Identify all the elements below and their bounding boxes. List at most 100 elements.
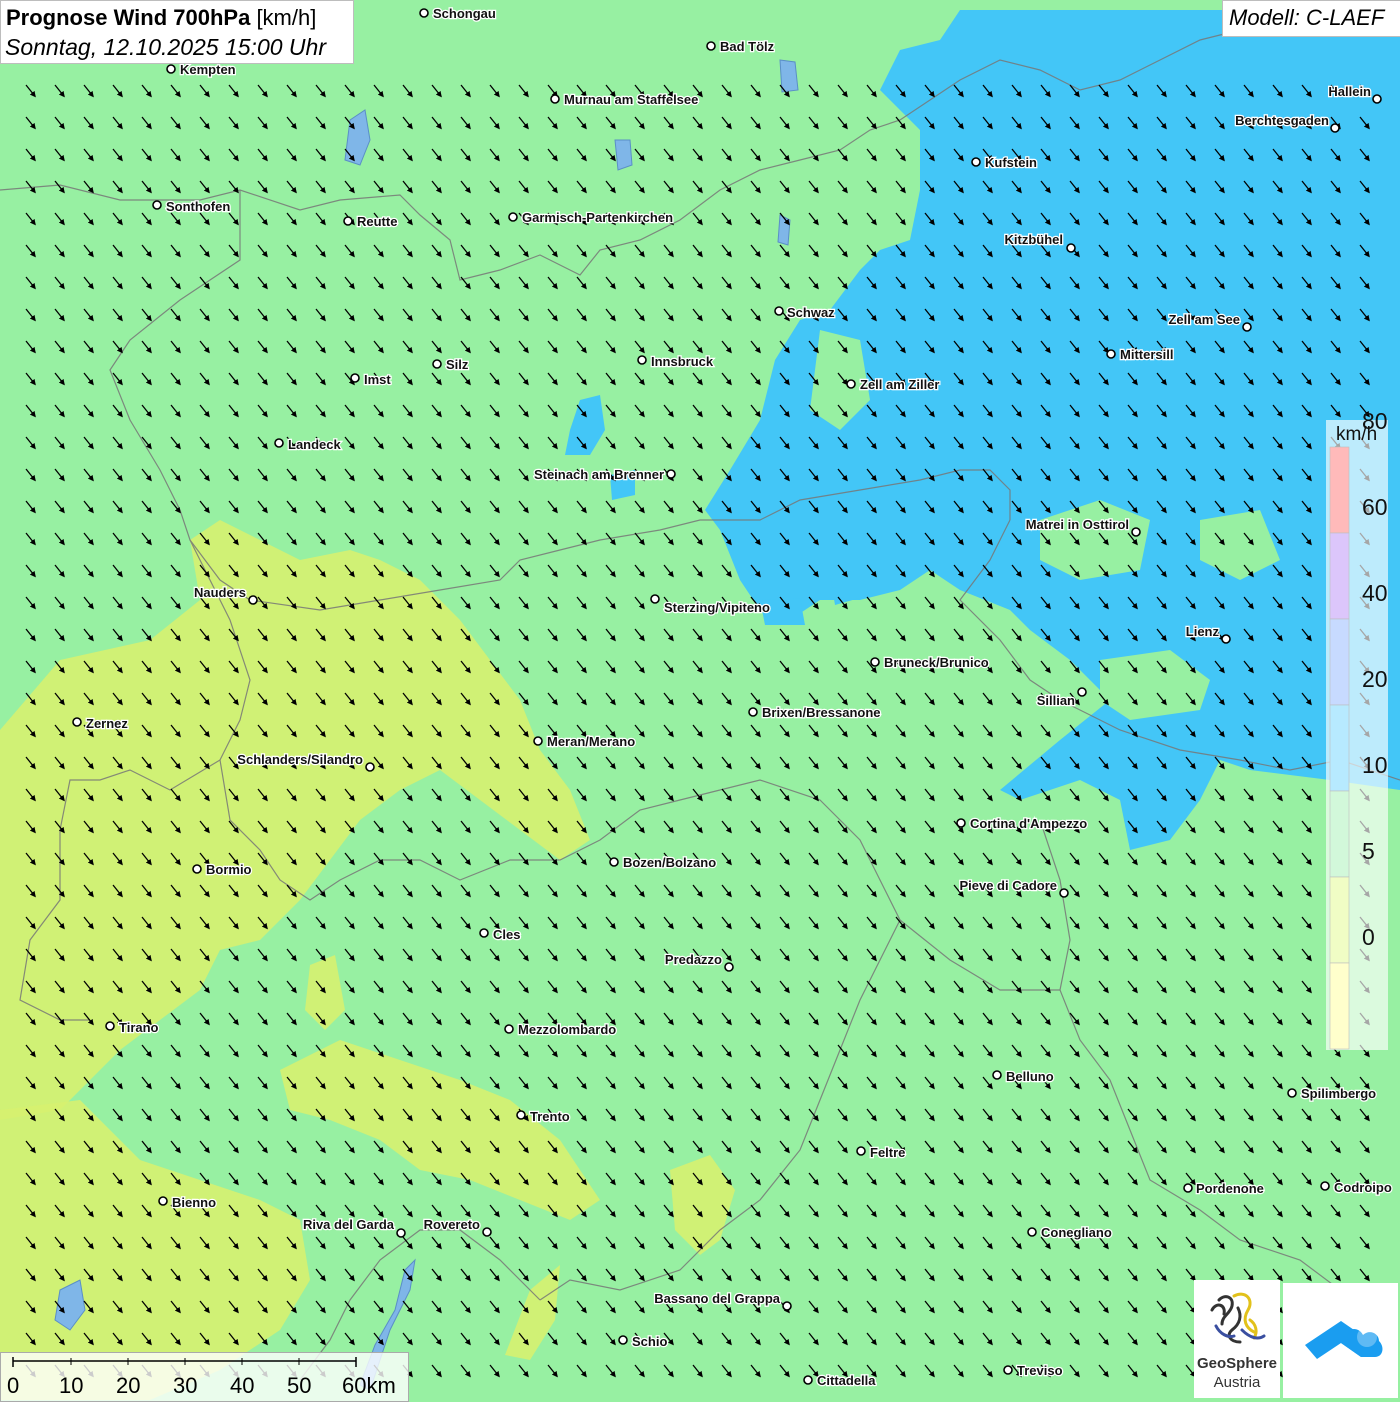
city-dot: [618, 1335, 628, 1345]
city-label: Bozen/Bolzano: [623, 855, 716, 870]
app-logo[interactable]: [1283, 1283, 1398, 1398]
city-label: Cles: [493, 927, 520, 942]
map-title: Prognose Wind 700hPa [km/h]: [6, 5, 316, 31]
city-label: Belluno: [1006, 1069, 1054, 1084]
city-label: Feltre: [870, 1145, 905, 1160]
scale-label: 0: [7, 1373, 20, 1398]
city-label: Mittersill: [1120, 347, 1173, 362]
title-unit: [km/h]: [256, 5, 317, 30]
city-label: Rovereto: [424, 1217, 480, 1232]
city-dot: [803, 1375, 813, 1385]
city-dot: [1059, 888, 1069, 898]
city-dot: [992, 1070, 1002, 1080]
legend-tick-40: 40: [1362, 580, 1388, 606]
legend-tick-0: 0: [1362, 924, 1375, 950]
city-dot: [1372, 94, 1382, 104]
city-label: Bruneck/Brunico: [884, 655, 989, 670]
city-dot: [479, 928, 489, 938]
city-label: Kitzbühel: [1005, 232, 1064, 247]
geosphere-logo[interactable]: GeoSphere Austria: [1194, 1280, 1280, 1398]
city-dot: [166, 64, 176, 74]
city-dot: [1242, 322, 1252, 332]
legend-tick-20: 20: [1362, 666, 1388, 692]
city-dot: [158, 1196, 168, 1206]
legend-tick-10: 10: [1362, 752, 1388, 778]
city-dot: [248, 595, 258, 605]
city-dot: [152, 200, 162, 210]
city-label: Zernez: [86, 716, 128, 731]
city-label: Reutte: [357, 214, 397, 229]
city-dot: [419, 8, 429, 18]
city-label: Landeck: [288, 437, 342, 452]
city-dot: [1287, 1088, 1297, 1098]
legend-tick-80: 80: [1362, 408, 1388, 434]
city-dot: [192, 864, 202, 874]
city-label: Innsbruck: [651, 354, 714, 369]
city-dot: [609, 857, 619, 867]
city-label: Bad Tölz: [720, 39, 775, 54]
city-dot: [971, 157, 981, 167]
city-label: Bassano del Grappa: [654, 1291, 780, 1306]
city-label: Meran/Merano: [547, 734, 635, 749]
city-label: Cittadella: [817, 1373, 876, 1388]
city-dot: [550, 94, 560, 104]
city-label: Matrei in Osttirol: [1026, 517, 1129, 532]
city-label: Bienno: [172, 1195, 216, 1210]
city-label: Schwaz: [787, 305, 835, 320]
city-dot: [274, 438, 284, 448]
city-dot: [365, 762, 375, 772]
title-panel: Prognose Wind 700hPa [km/h] Sonntag, 12.…: [0, 0, 354, 64]
city-label: Zell am Ziller: [860, 377, 939, 392]
city-dot: [846, 379, 856, 389]
city-dot: [1183, 1183, 1193, 1193]
city-label: Berchtesgaden: [1235, 113, 1329, 128]
city-label: Riva del Garda: [303, 1217, 395, 1232]
city-label: Codroipo: [1334, 1180, 1392, 1195]
city-label: Imst: [364, 372, 391, 387]
city-label: Bormio: [206, 862, 252, 877]
title-main: Prognose Wind 700hPa: [6, 5, 251, 30]
wind-map: Schongau Bad Tölz Kempten Murnau am Staffel…: [0, 0, 1400, 1400]
city-label: Nauders: [194, 585, 246, 600]
city-dot: [105, 1021, 115, 1031]
city-label: Schongau: [433, 6, 496, 21]
city-label: Silz: [446, 357, 469, 372]
city-dot: [650, 594, 660, 604]
city-dot: [956, 818, 966, 828]
city-label: Treviso: [1017, 1363, 1063, 1378]
city-dot: [774, 306, 784, 316]
city-label: Spilimbergo: [1301, 1086, 1376, 1101]
geosphere-country: Austria: [1213, 1374, 1261, 1391]
city-dot: [396, 1228, 406, 1238]
forecast-datetime: Sonntag, 12.10.2025 15:00 Uhr: [5, 34, 326, 60]
city-label: Murnau am Staffelsee: [564, 92, 698, 107]
city-label: Cortina d'Ampezzo: [970, 816, 1087, 831]
city-label: Brixen/Bressanone: [762, 705, 881, 720]
city-dot: [1066, 243, 1076, 253]
city-dot: [1131, 527, 1141, 537]
legend-tick-60: 60: [1362, 494, 1388, 520]
city-dot: [350, 373, 360, 383]
scale-bar: 0 10 20 30 40 50 60km: [0, 1352, 409, 1402]
city-dot: [748, 707, 758, 717]
scale-label: 20: [116, 1373, 141, 1398]
city-dot: [856, 1146, 866, 1156]
city-dot: [666, 469, 676, 479]
city-label: Sillian: [1037, 693, 1075, 708]
geosphere-logo-icon: [1210, 1292, 1266, 1344]
city-dot: [1330, 123, 1340, 133]
city-dot: [516, 1110, 526, 1120]
scale-label: 60km: [342, 1373, 396, 1398]
city-label: Zell am See: [1168, 312, 1240, 327]
city-label: Kufstein: [985, 155, 1037, 170]
geosphere-name: GeoSphere: [1196, 1355, 1278, 1372]
city-label: Garmisch-Partenkirchen: [522, 210, 673, 225]
city-label: Kempten: [180, 62, 236, 77]
scale-label: 50: [287, 1373, 312, 1398]
city-label: Sonthofen: [166, 199, 230, 214]
city-dot: [1077, 687, 1087, 697]
city-dot: [1221, 634, 1231, 644]
city-label: Pieve di Cadore: [959, 878, 1057, 893]
city-label: Tirano: [119, 1020, 159, 1035]
legend-tick-5: 5: [1362, 838, 1375, 864]
